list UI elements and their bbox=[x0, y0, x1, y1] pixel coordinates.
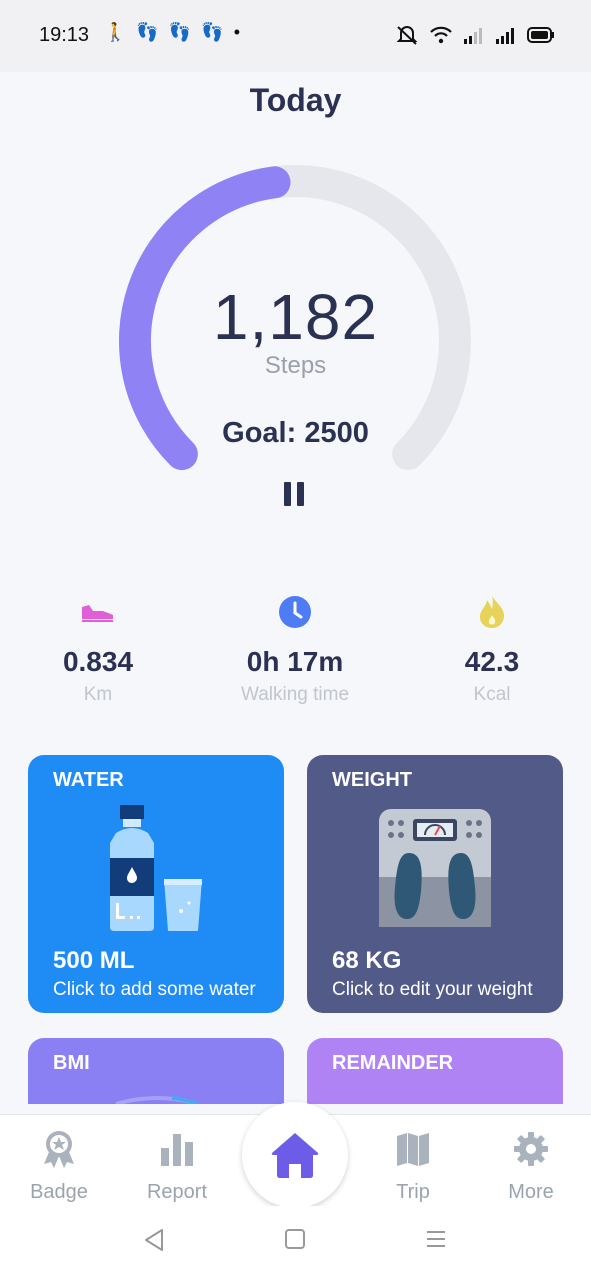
tab-trip-label: Trip bbox=[396, 1181, 430, 1203]
back-icon[interactable] bbox=[143, 1228, 165, 1252]
water-value: 500 ML bbox=[53, 947, 135, 974]
water-bottle-icon bbox=[110, 805, 202, 931]
scale-icon bbox=[379, 809, 491, 927]
home-square-icon[interactable] bbox=[284, 1228, 306, 1250]
tab-home[interactable] bbox=[242, 1102, 348, 1208]
tab-badge[interactable]: Badge bbox=[9, 1129, 109, 1204]
distance-label: Km bbox=[83, 684, 113, 705]
shoe-icon bbox=[0, 594, 196, 630]
clock-icon bbox=[197, 594, 393, 630]
walking-icon: 🚶 bbox=[104, 22, 127, 42]
weight-value: 68 KG bbox=[332, 947, 402, 974]
steps-label: Steps bbox=[264, 352, 327, 379]
steps-count: 1,182 bbox=[212, 281, 379, 353]
more-icon bbox=[481, 1129, 581, 1169]
footsteps-icon: 👣 bbox=[168, 22, 192, 42]
walking-time-label: Walking time bbox=[240, 684, 350, 705]
trip-icon bbox=[363, 1129, 463, 1169]
stat-walking-time: 0h 17m Walking time bbox=[197, 594, 393, 706]
system-icons bbox=[395, 24, 555, 46]
notification-icons: 🚶 👣 👣 👣 • bbox=[104, 22, 240, 43]
goal-text[interactable]: Goal: 2500 bbox=[0, 417, 591, 450]
menu-icon[interactable] bbox=[425, 1228, 447, 1250]
wifi-icon bbox=[430, 26, 452, 44]
system-nav-bar bbox=[0, 1206, 591, 1280]
tab-badge-label: Badge bbox=[30, 1181, 88, 1203]
stat-calories: 42.3 Kcal bbox=[394, 594, 590, 706]
status-time: 19:13 bbox=[39, 24, 90, 46]
weight-subtitle: Click to edit your weight bbox=[332, 979, 533, 1000]
bmi-title: BMI bbox=[53, 1052, 90, 1074]
dot-icon: • bbox=[233, 22, 240, 42]
tab-trip[interactable]: Trip bbox=[363, 1129, 463, 1204]
report-icon bbox=[127, 1129, 227, 1169]
distance-value: 0.834 bbox=[62, 646, 134, 677]
remainder-title: REMAINDER bbox=[332, 1052, 454, 1074]
home-icon bbox=[271, 1133, 319, 1178]
tab-more[interactable]: More bbox=[481, 1129, 581, 1204]
weight-card[interactable]: WEIGHT 68 KG Click to edit your weight bbox=[307, 755, 563, 1013]
tab-report[interactable]: Report bbox=[127, 1129, 227, 1204]
calories-label: Kcal bbox=[473, 684, 511, 705]
bmi-gauge-peek bbox=[115, 1096, 199, 1104]
weight-title: WEIGHT bbox=[332, 769, 412, 791]
stat-distance: 0.834 Km bbox=[0, 594, 196, 706]
pause-icon-bar bbox=[284, 482, 291, 506]
pause-button[interactable] bbox=[284, 482, 308, 506]
page-title: Today bbox=[249, 82, 342, 118]
water-title: WATER bbox=[53, 769, 124, 791]
battery-icon bbox=[527, 27, 554, 43]
badge-icon bbox=[9, 1129, 109, 1169]
water-subtitle: Click to add some water bbox=[53, 979, 256, 1000]
tab-report-label: Report bbox=[146, 1181, 208, 1203]
signal-icon bbox=[496, 28, 514, 44]
bmi-card[interactable]: BMI bbox=[28, 1038, 284, 1104]
footsteps-icon: 👣 bbox=[201, 22, 224, 42]
water-card[interactable]: WATER 500 ML Click to add some water bbox=[28, 755, 284, 1013]
pause-icon-bar bbox=[297, 482, 304, 506]
status-bar: 19:13 🚶 👣 👣 👣 • bbox=[0, 0, 591, 72]
walking-time-value: 0h 17m bbox=[246, 646, 344, 677]
calories-value: 42.3 bbox=[464, 646, 520, 677]
footsteps-icon: 👣 bbox=[136, 22, 159, 42]
remainder-card[interactable]: REMAINDER bbox=[307, 1038, 563, 1104]
tab-more-label: More bbox=[508, 1181, 554, 1203]
signal-icon bbox=[464, 28, 482, 44]
flame-icon bbox=[394, 594, 590, 630]
muted-bell-icon bbox=[396, 26, 418, 45]
